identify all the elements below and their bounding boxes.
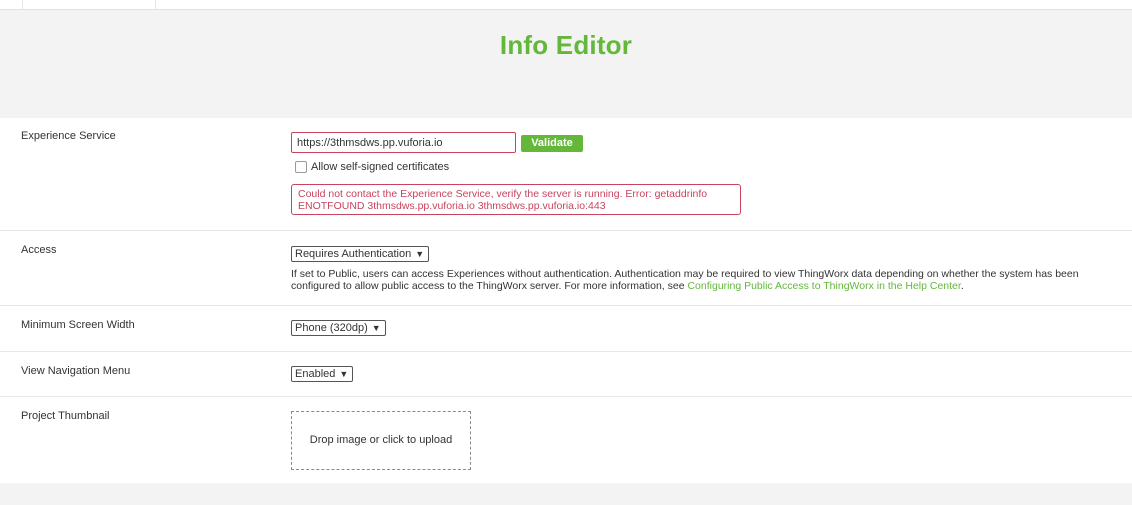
min-screen-width-row: Minimum Screen Width Phone (320dp) ▼ [0,306,1132,352]
experience-service-label: Experience Service [21,130,116,142]
error-message-line1: Could not contact the Experience Service… [298,188,708,200]
info-form: Experience Service Validate Allow self-s… [0,118,1132,483]
page-header: Info Editor [0,10,1132,117]
dropdown-arrow-icon: ▼ [371,323,381,333]
public-access-help-link[interactable]: Configuring Public Access to ThingWorx i… [687,280,960,292]
validate-button[interactable]: Validate [521,135,583,152]
project-thumbnail-row: Project Thumbnail Drop image or click to… [0,397,1132,483]
project-thumbnail-label: Project Thumbnail [21,410,110,422]
experience-service-row: Experience Service Validate Allow self-s… [0,118,1132,231]
error-message-line2: ENOTFOUND 3thmsdws.pp.vuforia.io 3thmsdw… [298,200,606,212]
error-message: Could not contact the Experience Service… [291,184,741,215]
self-signed-checkbox[interactable] [295,161,307,173]
top-tab[interactable] [22,0,156,9]
min-screen-width-label: Minimum Screen Width [21,319,135,331]
view-nav-menu-row: View Navigation Menu Enabled ▼ [0,352,1132,397]
min-screen-width-select[interactable]: Phone (320dp) ▼ [291,320,386,336]
access-select[interactable]: Requires Authentication ▼ [291,246,430,262]
access-help-text: If set to Public, users can access Exper… [291,268,1111,292]
dropdown-arrow-icon: ▼ [415,249,425,259]
access-select-value: Requires Authentication [295,248,412,260]
thumbnail-dropzone[interactable]: Drop image or click to upload [291,411,471,470]
experience-service-url-input[interactable] [291,132,516,153]
access-help-suffix: . [960,280,964,292]
top-tab-strip [0,0,1132,10]
min-screen-width-select-value: Phone (320dp) [295,322,368,334]
access-row: Access Requires Authentication ▼ If set t… [0,231,1132,306]
access-help-line1: If set to Public, users can access Exper… [291,268,1079,280]
view-nav-menu-select[interactable]: Enabled ▼ [291,366,354,382]
page-title: Info Editor [499,30,633,60]
self-signed-label: Allow self-signed certificates [311,161,450,173]
access-help-line2: configured to allow public access to the… [291,280,688,292]
access-label: Access [21,244,57,256]
view-nav-menu-select-value: Enabled [295,368,336,380]
view-nav-menu-label: View Navigation Menu [21,365,131,377]
dropdown-arrow-icon: ▼ [339,369,349,379]
